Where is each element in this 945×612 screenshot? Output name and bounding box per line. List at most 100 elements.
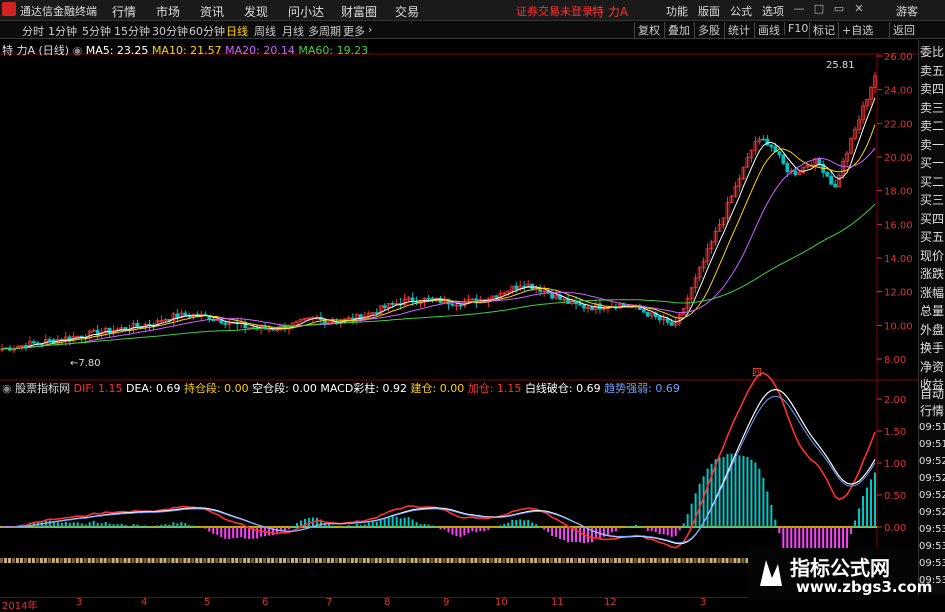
signal-strip-cell bbox=[633, 558, 637, 563]
period-5min[interactable]: 5分钟 bbox=[82, 23, 111, 39]
candle-body bbox=[641, 309, 646, 313]
chevron-right-icon[interactable]: › bbox=[368, 23, 372, 36]
price-tick-label: 24.00 bbox=[884, 86, 913, 97]
white-break-label: 白线破仓: 0.69 bbox=[524, 382, 601, 395]
signal-strip-cell bbox=[474, 558, 478, 563]
signal-strip-cell bbox=[717, 558, 721, 563]
signal-strip-cell bbox=[247, 558, 251, 563]
signal-strip-cell bbox=[358, 558, 362, 563]
signal-strip-cell bbox=[534, 558, 538, 563]
period-more[interactable]: 更多 bbox=[343, 23, 365, 39]
quote-label: 净资 bbox=[919, 359, 944, 374]
menu-item-trade[interactable]: 交易 bbox=[395, 3, 419, 20]
signal-strip-cell bbox=[167, 558, 171, 563]
candle-body bbox=[530, 283, 535, 290]
ma5-label: MA5: 23.25 bbox=[85, 44, 149, 57]
restore-icon[interactable]: ▭ bbox=[832, 2, 846, 16]
maximize-icon[interactable]: □ bbox=[812, 2, 826, 16]
signal-strip-cell bbox=[390, 558, 394, 563]
menu-item-wealth[interactable]: 财富圈 bbox=[341, 3, 377, 20]
tool-add-watchlist[interactable]: +自选 bbox=[838, 22, 873, 38]
menu-item-ask[interactable]: 问小达 bbox=[288, 3, 324, 20]
candle-body bbox=[833, 183, 838, 188]
month-tick: 7 bbox=[326, 597, 333, 608]
signal-strip-cell bbox=[7, 558, 11, 563]
signal-strip-cell bbox=[566, 558, 570, 563]
tool-f10[interactable]: F10 bbox=[784, 22, 808, 35]
signal-strip-cell bbox=[641, 558, 645, 563]
tool-draw[interactable]: 画线 bbox=[754, 22, 780, 38]
period-15min[interactable]: 15分钟 bbox=[114, 23, 150, 39]
candle-body bbox=[223, 322, 228, 325]
signal-strip-cell bbox=[466, 558, 470, 563]
candle-body bbox=[781, 154, 786, 164]
menu-item-function[interactable]: 功能 bbox=[666, 3, 688, 19]
period-30min[interactable]: 30分钟 bbox=[152, 23, 188, 39]
tool-back[interactable]: 返回 bbox=[889, 22, 915, 38]
period-60min[interactable]: 60分钟 bbox=[189, 23, 225, 39]
tool-overlay[interactable]: 叠加 bbox=[664, 22, 690, 38]
signal-strip-cell bbox=[518, 558, 522, 563]
settings-dot-icon[interactable]: ◉ bbox=[2, 382, 12, 395]
signal-strip-cell bbox=[354, 558, 358, 563]
signal-strip-cell bbox=[183, 558, 187, 563]
period-1min[interactable]: 1分钟 bbox=[48, 23, 77, 39]
menu-item-options[interactable]: 选项 bbox=[762, 3, 784, 19]
minimize-icon[interactable]: — bbox=[792, 2, 806, 16]
signal-strip-cell bbox=[729, 558, 733, 563]
signal-strip-cell bbox=[693, 558, 697, 563]
signal-strip-cell bbox=[75, 558, 79, 563]
menu-item-news[interactable]: 资讯 bbox=[200, 3, 224, 20]
macd-bar-label: MACD彩柱: 0.92 bbox=[320, 382, 408, 395]
signal-strip-cell bbox=[326, 558, 330, 563]
signal-strip-cell bbox=[701, 558, 705, 563]
signal-strip-cell bbox=[103, 558, 107, 563]
candle-body bbox=[175, 313, 180, 319]
signal-strip-cell bbox=[19, 558, 23, 563]
menu-item-formula[interactable]: 公式 bbox=[730, 3, 752, 19]
kline-chart[interactable]: 26.00 24.00 22.00 20.00 18.00 16.00 14.00 12.00… bbox=[0, 40, 918, 597]
signal-strip-cell bbox=[478, 558, 482, 563]
ma20-line bbox=[1, 147, 876, 350]
tool-multi-stock[interactable]: 多股 bbox=[694, 22, 720, 38]
menu-item-layout[interactable]: 版面 bbox=[698, 3, 720, 19]
signal-strip-cell bbox=[27, 558, 31, 563]
candle-body bbox=[769, 144, 774, 148]
menu-item-discover[interactable]: 发现 bbox=[244, 3, 268, 20]
price-tick-label: 10.00 bbox=[884, 321, 913, 332]
period-weekly[interactable]: 周线 bbox=[254, 23, 276, 39]
period-monthly[interactable]: 月线 bbox=[282, 23, 304, 39]
stock-title: 特 力A bbox=[592, 5, 629, 19]
candle-body bbox=[426, 297, 431, 300]
login-status: 证券交易未登录 bbox=[516, 5, 593, 18]
period-tick[interactable]: 分时 bbox=[22, 23, 44, 39]
candle-body bbox=[271, 328, 275, 331]
signal-strip-cell bbox=[649, 558, 653, 563]
signal-strip-cell bbox=[79, 558, 83, 563]
month-tick: 12 bbox=[604, 597, 617, 608]
tool-adjust[interactable]: 复权 bbox=[634, 22, 660, 38]
menu-item-market[interactable]: 市场 bbox=[156, 3, 180, 20]
guest-label[interactable]: 游客 bbox=[896, 3, 918, 19]
price-tick-label: 16.00 bbox=[884, 220, 913, 231]
signal-strip-cell bbox=[163, 558, 167, 563]
candle-body bbox=[817, 158, 822, 165]
candle-body bbox=[777, 151, 782, 156]
signal-strip-cell bbox=[366, 558, 370, 563]
settings-dot-icon[interactable]: ◉ bbox=[73, 44, 83, 57]
signal-strip-cell bbox=[310, 558, 314, 563]
period-daily[interactable]: 日线 bbox=[226, 23, 248, 39]
close-icon[interactable]: ✕ bbox=[852, 2, 866, 16]
candle-body bbox=[645, 311, 650, 317]
signal-strip-cell bbox=[211, 558, 215, 563]
tool-stats[interactable]: 统计 bbox=[724, 22, 750, 38]
period-multi[interactable]: 多周期 bbox=[308, 23, 341, 39]
signal-strip-cell bbox=[231, 558, 235, 563]
candle-body bbox=[458, 304, 463, 307]
tool-mark[interactable]: 标记 bbox=[809, 22, 835, 38]
add-label: 加仓: 1.15 bbox=[467, 382, 522, 395]
signal-strip-cell bbox=[47, 558, 51, 563]
dif-label: DIF: 1.15 bbox=[73, 382, 123, 395]
signal-strip-cell bbox=[227, 558, 231, 563]
menu-item-quotes[interactable]: 行情 bbox=[112, 3, 136, 20]
